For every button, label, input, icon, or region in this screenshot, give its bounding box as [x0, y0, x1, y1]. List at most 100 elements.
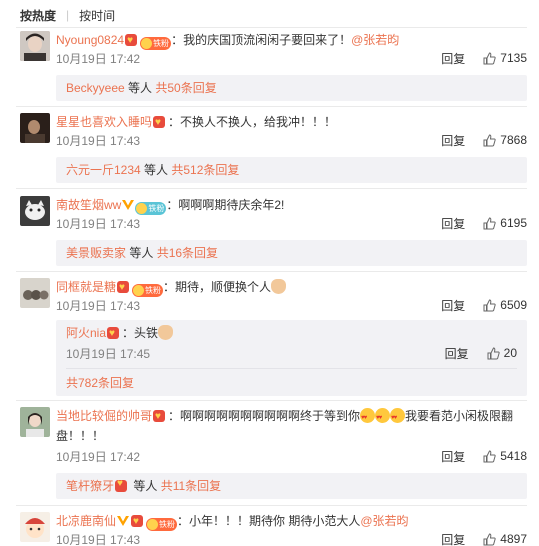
- divider: [16, 400, 527, 401]
- comment-time: 10月19日 17:43: [56, 216, 141, 231]
- reply-summary: 六元一斤1234 等人 共512条回复: [66, 161, 239, 178]
- comment-username[interactable]: 当地比较倔的帅哥: [56, 409, 152, 423]
- like-count: 20: [503, 346, 517, 360]
- reply-summary-text: 等人: [126, 246, 157, 260]
- divider: [16, 505, 527, 506]
- cat-emoji-icon: [158, 325, 174, 340]
- sub-comment: 阿火nia ：头铁 10月19日 17:45 回复 20: [66, 324, 517, 364]
- reply-user-link[interactable]: 笔杆獠牙: [66, 479, 114, 493]
- reply-summary-text: 等人: [124, 81, 156, 95]
- reply-user-link[interactable]: Beckyyeee: [66, 81, 125, 95]
- like-button[interactable]: 20: [487, 346, 517, 360]
- reply-thread-box: 阿火nia ：头铁 10月19日 17:45 回复 20 共782条回复: [56, 320, 527, 396]
- tab-sort-hot[interactable]: 按热度: [20, 7, 56, 24]
- reply-button[interactable]: 回复: [441, 132, 465, 149]
- divider: [16, 188, 527, 189]
- reply-button[interactable]: 回复: [441, 215, 465, 232]
- fan-heart-icon: [152, 114, 168, 132]
- comment-time: 10月19日 17:43: [56, 532, 141, 546]
- reply-summary-text: 等人: [130, 479, 161, 493]
- like-count: 4897: [500, 532, 527, 546]
- fan-heart-icon: [124, 32, 140, 50]
- like-count: 6195: [500, 216, 527, 230]
- avatar[interactable]: [20, 407, 50, 437]
- mention-link[interactable]: @张若昀: [351, 33, 399, 47]
- thumb-up-icon: [483, 532, 496, 545]
- fan-heart-icon: [116, 279, 132, 297]
- sub-comment-text: ：头铁: [122, 326, 159, 340]
- comment-text: ：不换人不换人，给我冲！！！: [168, 115, 337, 129]
- like-count: 7868: [500, 133, 527, 147]
- fan-heart-icon: [114, 478, 130, 493]
- sort-tabs: 按热度 | 按时间: [20, 6, 115, 24]
- thumb-up-icon: [483, 51, 496, 64]
- avatar[interactable]: [20, 512, 50, 542]
- avatar[interactable]: [20, 31, 50, 61]
- verified-v-icon: [122, 200, 135, 210]
- reply-summary: 美景贩卖家 等人 共16条回复: [66, 244, 218, 261]
- thumb-up-icon: [483, 298, 496, 311]
- comment-item: 同框就是糖铁粉：期待，顺便换个人 10月19日 17:43 回复 6509 阿火…: [20, 278, 527, 400]
- like-count: 6509: [500, 298, 527, 312]
- reply-user-link[interactable]: 美景贩卖家: [66, 246, 126, 260]
- tab-sort-time[interactable]: 按时间: [79, 7, 115, 24]
- comment-item: 当地比较倔的帅哥 ：啊啊啊啊啊啊啊啊啊啊终于等到你 我要看范小闲极限翻 盘！！！ 1…: [20, 407, 527, 505]
- like-button[interactable]: 7135: [483, 51, 527, 65]
- comment-text-line2: 盘！！！: [56, 429, 105, 443]
- reply-button[interactable]: 回复: [441, 50, 465, 67]
- sub-comment-username[interactable]: 阿火nia: [66, 326, 106, 340]
- comment-text: ：啊啊啊期待庆余年2!: [166, 198, 285, 212]
- like-button[interactable]: 5418: [483, 449, 527, 463]
- avatar[interactable]: [20, 196, 50, 226]
- like-count: 5418: [500, 449, 527, 463]
- reply-summary: 笔杆獠牙 等人 共11条回复: [66, 477, 221, 494]
- view-replies-link[interactable]: 共16条回复: [157, 246, 218, 260]
- reply-button[interactable]: 回复: [441, 531, 465, 546]
- comment-username[interactable]: 北凉鹿南仙: [56, 514, 116, 528]
- reply-button[interactable]: 回复: [445, 345, 469, 362]
- fan-heart-icon: [106, 325, 122, 343]
- comment-time: 10月19日 17:43: [56, 133, 141, 148]
- thumb-up-icon: [483, 216, 496, 229]
- comment-text: ：小年！！！期待你 期待小范大人: [177, 514, 361, 528]
- comment-text: ：期待，顺便换个人: [163, 280, 272, 294]
- divider: [16, 106, 527, 107]
- comment-username[interactable]: Nyoung0824: [56, 33, 124, 47]
- thumb-up-icon: [483, 449, 496, 462]
- view-replies-link[interactable]: 共11条回复: [161, 479, 221, 493]
- comment-item: 北凉鹿南仙铁粉：小年！！！期待你 期待小范大人@张若昀 10月19日 17:43…: [20, 512, 527, 546]
- comment-item: Nyoung0824铁粉：我的庆国顶流闲闲子要回来了！@张若昀 10月19日 1…: [20, 31, 527, 111]
- reply-summary-box: 六元一斤1234 等人 共512条回复: [56, 157, 527, 183]
- comment-username[interactable]: 南故笙烟ww: [56, 198, 121, 212]
- reply-summary-box: 美景贩卖家 等人 共16条回复: [56, 240, 527, 266]
- avatar[interactable]: [20, 278, 50, 308]
- view-replies-link[interactable]: 共512条回复: [171, 163, 239, 177]
- sub-comment-time: 10月19日 17:45: [66, 346, 151, 361]
- reply-user-link[interactable]: 六元一斤1234: [66, 163, 141, 177]
- like-count: 7135: [500, 51, 527, 65]
- comment-username[interactable]: 同框就是糖: [56, 280, 116, 294]
- mention-link[interactable]: @张若昀: [360, 514, 408, 528]
- comment-text: ：我的庆国顶流闲闲子要回来了！: [171, 33, 352, 47]
- reply-summary-text: 等人: [140, 163, 172, 177]
- view-replies-link[interactable]: 共782条回复: [66, 376, 134, 390]
- comment-username[interactable]: 星星也喜欢入睡吗: [56, 115, 152, 129]
- avatar[interactable]: [20, 113, 50, 143]
- like-button[interactable]: 4897: [483, 532, 527, 546]
- thumb-up-icon: [487, 346, 500, 359]
- like-button[interactable]: 6195: [483, 216, 527, 230]
- thumb-up-icon: [483, 133, 496, 146]
- divider: [66, 368, 517, 369]
- reply-summary: Beckyyeee 等人 共50条回复: [66, 79, 217, 96]
- like-button[interactable]: 6509: [483, 298, 527, 312]
- reply-button[interactable]: 回复: [441, 448, 465, 465]
- view-replies-link[interactable]: 共50条回复: [155, 81, 216, 95]
- reply-button[interactable]: 回复: [441, 297, 465, 314]
- comment-time: 10月19日 17:42: [56, 449, 141, 464]
- heart-eyes-emoji-icon: [375, 408, 391, 427]
- fan-heart-icon: [130, 513, 146, 531]
- tab-separator: |: [66, 8, 70, 22]
- heart-eyes-emoji-icon: [360, 408, 376, 427]
- divider: [16, 271, 527, 272]
- like-button[interactable]: 7868: [483, 133, 527, 147]
